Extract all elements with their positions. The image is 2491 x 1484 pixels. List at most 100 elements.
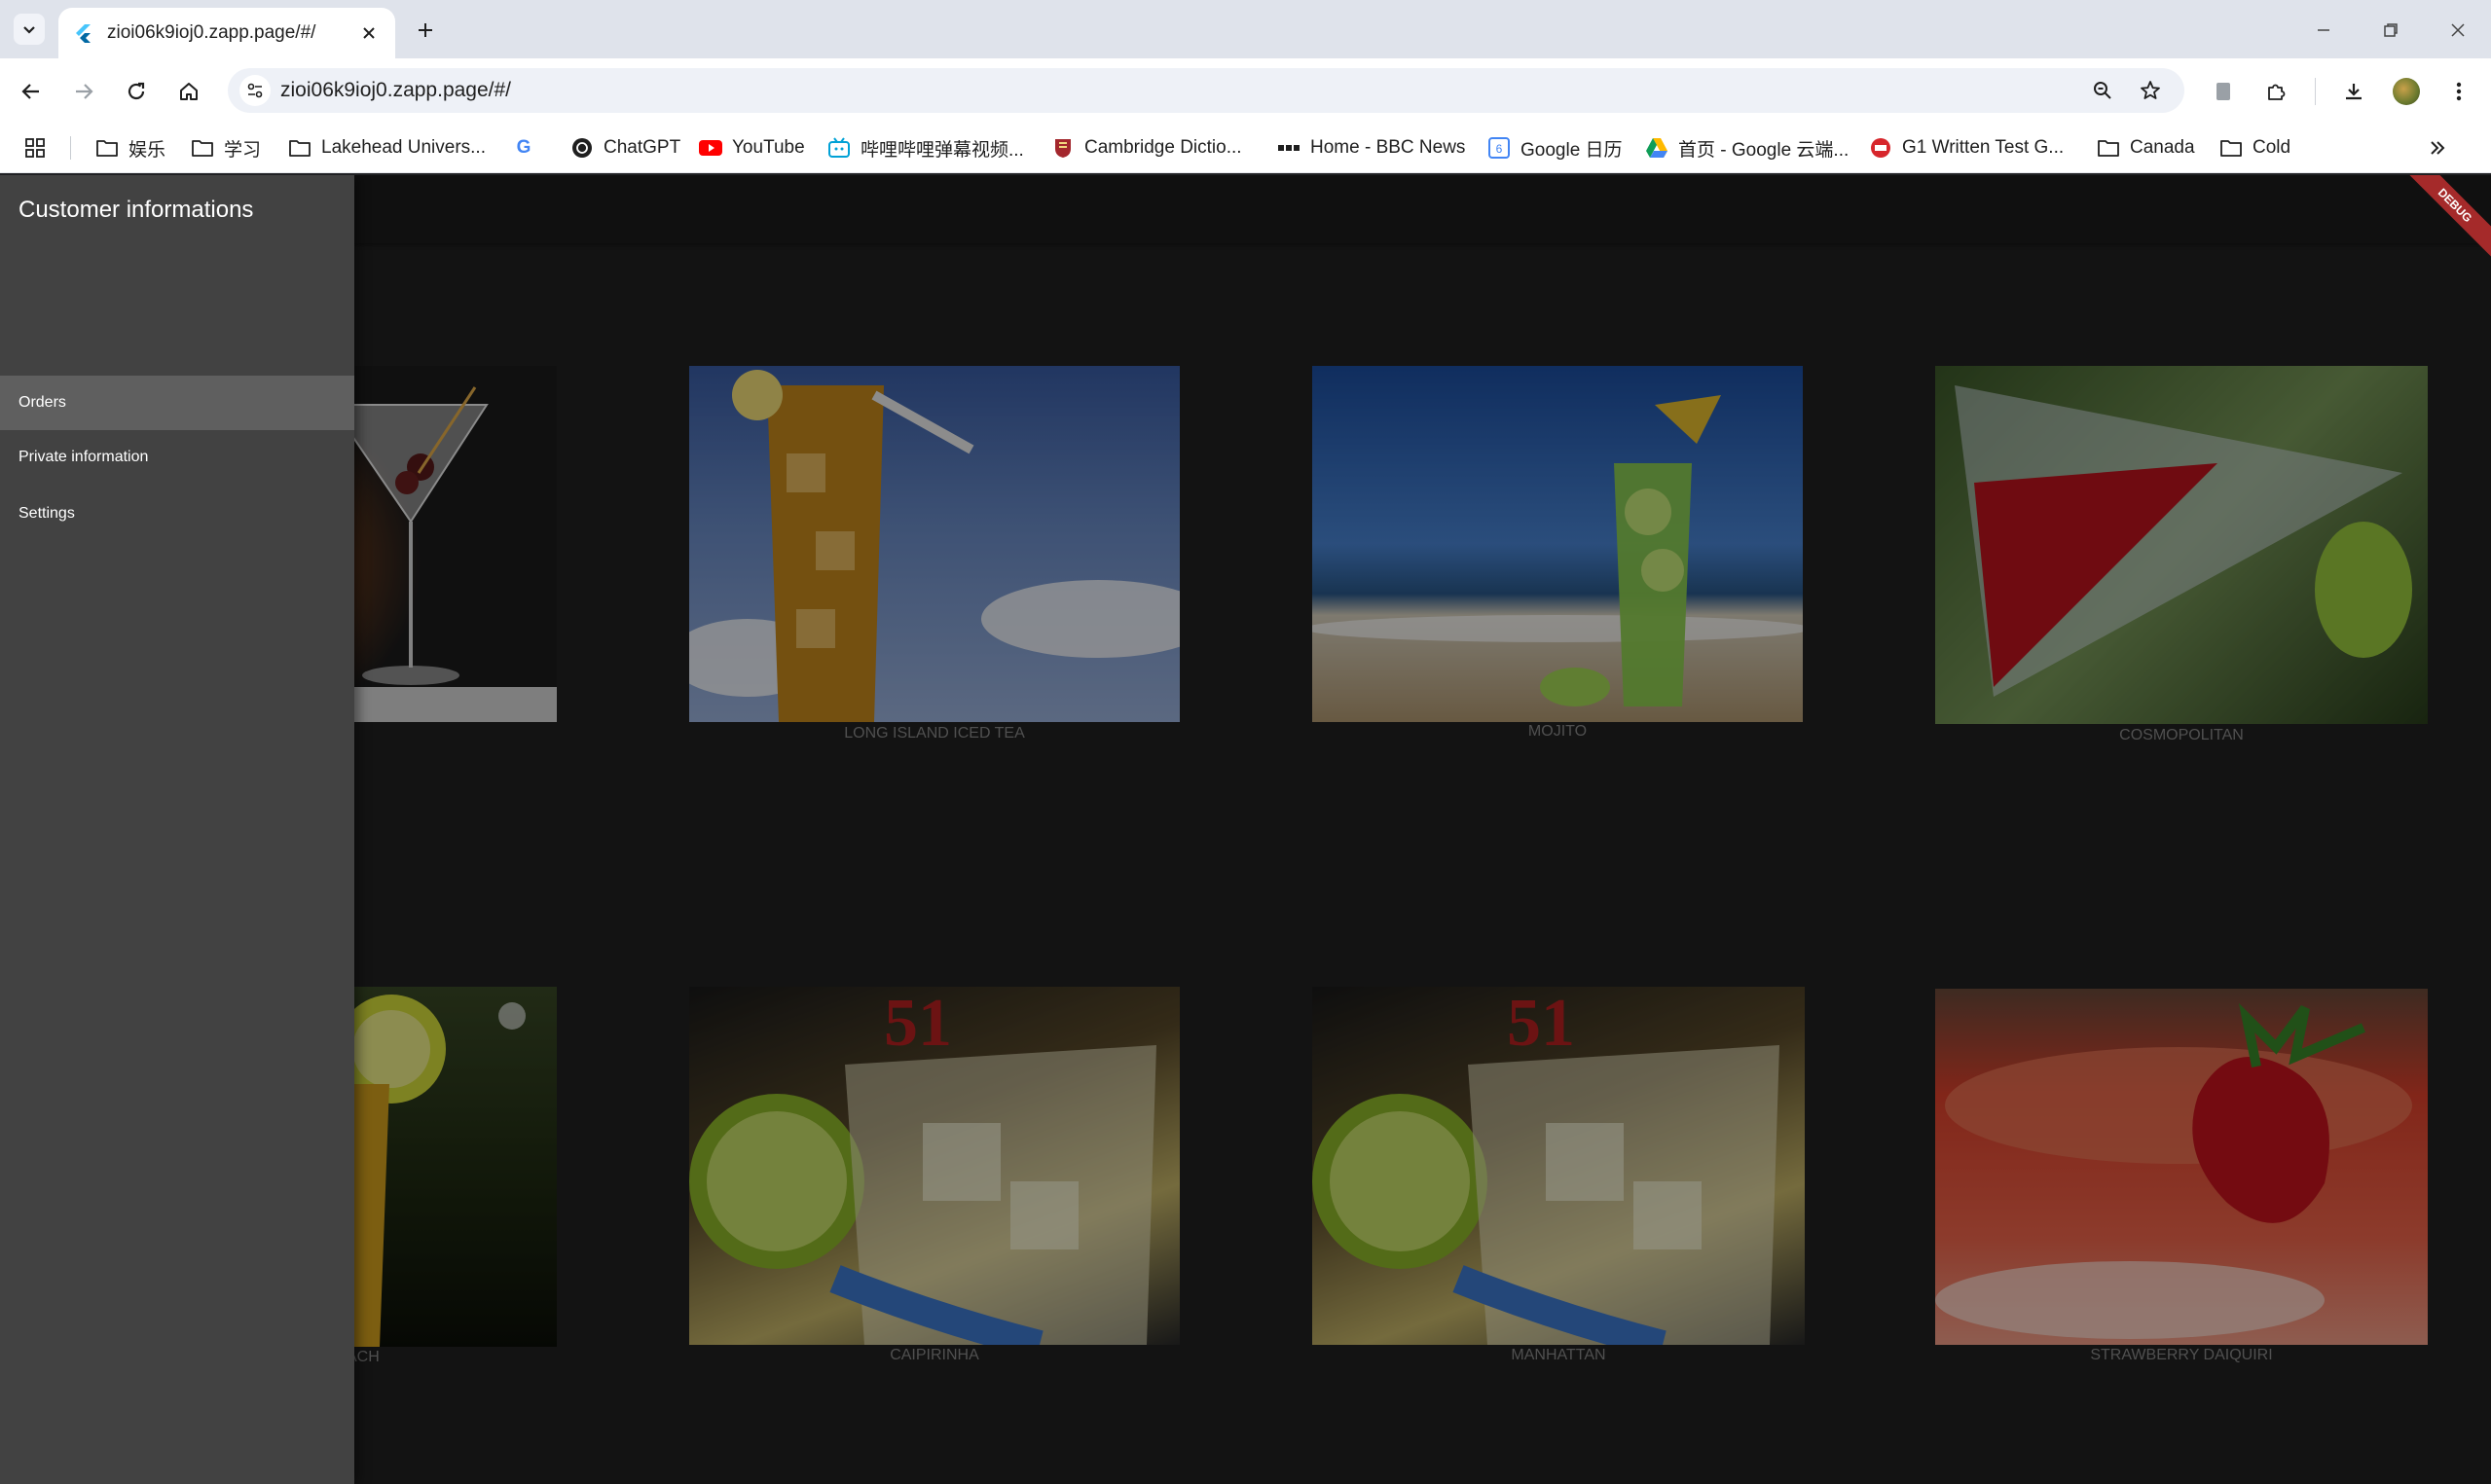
minimize-button[interactable] xyxy=(2307,14,2340,47)
restore-icon xyxy=(2384,23,2398,37)
puzzle-icon xyxy=(2268,84,2286,100)
close-window-button[interactable] xyxy=(2441,14,2474,47)
apps-grid-icon xyxy=(25,138,45,158)
tune-icon xyxy=(247,83,263,98)
downloads-button[interactable] xyxy=(2336,74,2371,109)
star-icon xyxy=(2141,81,2160,99)
toolbar-divider xyxy=(2315,78,2316,105)
bookmark-label: ChatGPT xyxy=(604,137,681,158)
navigation-drawer: Customer informations Orders Private inf… xyxy=(0,175,354,1484)
bilibili-icon xyxy=(827,136,851,160)
site-info-button[interactable] xyxy=(239,75,271,106)
svg-text:6: 6 xyxy=(1496,142,1503,156)
bookmarks-divider xyxy=(70,136,71,160)
browser-tab-active[interactable]: zioi06k9ioj0.zapp.page/#/ xyxy=(58,8,395,58)
bookmark-bbc-news[interactable]: Home - BBC News xyxy=(1277,132,1465,163)
tab-strip: zioi06k9ioj0.zapp.page/#/ xyxy=(0,0,2491,58)
browser-menu-button[interactable] xyxy=(2441,74,2476,109)
back-button[interactable] xyxy=(14,74,49,109)
bookmark-label: YouTube xyxy=(732,137,805,158)
bookmark-label: 哔哩哔哩弹幕视频... xyxy=(861,139,1024,161)
drawer-item-orders[interactable]: Orders xyxy=(0,376,354,430)
bookmark-bilibili[interactable]: 哔哩哔哩弹幕视频... xyxy=(827,132,1024,163)
bookmark-label: G1 Written Test G... xyxy=(1902,137,2065,158)
extensions-button[interactable] xyxy=(2258,74,2293,109)
calendar-icon: 6 xyxy=(1487,136,1511,160)
minimize-icon xyxy=(2318,29,2329,31)
bookmark-g1-test[interactable]: G1 Written Test G... xyxy=(1869,132,2064,163)
drawer-item-label: Orders xyxy=(18,394,66,411)
bookmark-folder-entertainment[interactable]: 娱乐 xyxy=(95,132,165,163)
profile-avatar[interactable] xyxy=(2393,78,2420,105)
drawer-item-private-information[interactable]: Private information xyxy=(0,430,354,485)
new-tab-button[interactable] xyxy=(409,14,442,47)
bookmark-cambridge[interactable]: Cambridge Dictio... xyxy=(1051,132,1242,163)
drawer-item-label: Settings xyxy=(18,505,75,522)
google-icon: G xyxy=(516,137,531,158)
forward-button[interactable] xyxy=(66,74,101,109)
folder-icon xyxy=(95,136,119,160)
bookmark-label: Home - BBC News xyxy=(1310,137,1466,158)
arrow-left-icon xyxy=(21,84,39,99)
bookmark-folder-canada[interactable]: Canada xyxy=(2097,132,2195,163)
bookmark-label: Google 日历 xyxy=(1520,139,1623,161)
bookmark-label: 首页 - Google 云端... xyxy=(1678,139,1850,161)
drawer-item-label: Private information xyxy=(18,449,149,465)
home-button[interactable] xyxy=(171,74,206,109)
bookmark-star-button[interactable] xyxy=(2136,76,2165,105)
cambridge-icon xyxy=(1051,136,1075,160)
drawer-scrim[interactable] xyxy=(0,175,2491,1484)
reload-button[interactable] xyxy=(119,74,154,109)
zoom-icon xyxy=(2094,82,2111,99)
kebab-menu-icon xyxy=(2456,82,2462,101)
browser-toolbar: zioi06k9ioj0.zapp.page/#/ xyxy=(0,58,2491,123)
double-chevron-right-icon xyxy=(2431,141,2445,155)
folder-icon xyxy=(2097,136,2120,160)
home-icon xyxy=(180,83,198,100)
more-bookmarks-button[interactable] xyxy=(2428,132,2447,163)
bookmark-label: Cambridge Dictio... xyxy=(1084,137,1242,158)
drawer-item-settings[interactable]: Settings xyxy=(0,487,354,541)
app-viewport: i LONG ISLAND ICED TEA xyxy=(0,175,2491,1484)
document-icon xyxy=(2216,83,2230,100)
bookmark-label: 学习 xyxy=(224,139,262,161)
bookmark-folder-lakehead[interactable]: Lakehead Univers... xyxy=(288,132,486,163)
folder-icon xyxy=(2219,136,2243,160)
tab-search-button[interactable] xyxy=(14,14,45,45)
youtube-icon xyxy=(699,136,722,160)
bookmark-label: 娱乐 xyxy=(128,139,166,161)
bookmark-label: Lakehead Univers... xyxy=(321,137,486,158)
bookmark-google[interactable]: G xyxy=(512,132,545,163)
bookmark-google-drive[interactable]: 首页 - Google 云端... xyxy=(1645,132,1849,163)
bookmark-label: Canada xyxy=(2130,137,2195,158)
close-icon xyxy=(363,27,375,39)
restore-button[interactable] xyxy=(2374,14,2407,47)
arrow-right-icon xyxy=(76,84,93,99)
bookmark-label: Cold xyxy=(2253,137,2291,158)
bookmark-google-calendar[interactable]: 6 Google 日历 xyxy=(1487,132,1623,163)
chatgpt-icon xyxy=(570,136,594,160)
g1-icon xyxy=(1869,136,1892,160)
folder-icon xyxy=(191,136,214,160)
reading-mode-button[interactable] xyxy=(2206,74,2241,109)
bookmark-youtube[interactable]: YouTube xyxy=(699,132,805,163)
bookmark-folder-cold[interactable]: Cold xyxy=(2219,132,2290,163)
folder-icon xyxy=(288,136,311,160)
url-text[interactable]: zioi06k9ioj0.zapp.page/#/ xyxy=(280,79,511,102)
tab-close-button[interactable] xyxy=(356,20,382,46)
bookmark-folder-study[interactable]: 学习 xyxy=(191,132,261,163)
plus-icon xyxy=(419,23,432,37)
apps-button[interactable] xyxy=(23,132,47,163)
tab-title: zioi06k9ioj0.zapp.page/#/ xyxy=(107,22,316,43)
drawer-header-title: Customer informations xyxy=(18,197,254,223)
drive-icon xyxy=(1645,136,1668,160)
close-icon xyxy=(2451,23,2465,37)
flutter-icon xyxy=(76,24,91,43)
chevron-down-icon xyxy=(23,26,35,34)
bookmark-chatgpt[interactable]: ChatGPT xyxy=(570,132,680,163)
reload-icon xyxy=(128,82,145,100)
zoom-button[interactable] xyxy=(2088,76,2117,105)
bookmarks-bar: 娱乐 学习 Lakehead Univers... G ChatGPT YouT… xyxy=(0,123,2491,173)
drawer-header: Customer informations xyxy=(0,175,354,374)
address-bar[interactable]: zioi06k9ioj0.zapp.page/#/ xyxy=(228,68,2184,113)
